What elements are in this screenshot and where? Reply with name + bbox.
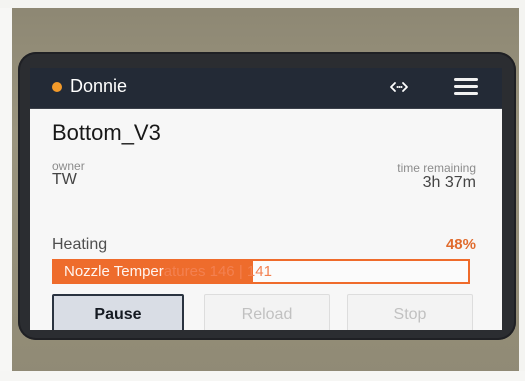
photo-left-edge bbox=[0, 0, 12, 381]
job-name: Bottom_V3 bbox=[52, 120, 161, 145]
top-bar: Donnie bbox=[30, 68, 502, 109]
printer-display-bezel: Donnie Bottom_V3 owner TW time remaining… bbox=[18, 52, 516, 340]
time-remaining-label: time remaining bbox=[397, 161, 476, 175]
reload-button[interactable]: Reload bbox=[204, 294, 330, 330]
printer-screen: Donnie Bottom_V3 owner TW time remaining… bbox=[30, 68, 502, 330]
photo-right-edge bbox=[519, 0, 525, 381]
owner-value: TW bbox=[52, 171, 77, 188]
heating-progress-bar: Nozzle Temperatures 146 | 141 Nozzle Tem… bbox=[52, 259, 470, 284]
progress-percent: 48% bbox=[445, 236, 476, 253]
status-indicator-icon bbox=[52, 82, 62, 92]
pause-button[interactable]: Pause bbox=[52, 294, 184, 330]
heating-label: Heating bbox=[52, 236, 108, 253]
photo-bottom-edge bbox=[0, 371, 525, 381]
photo-top-edge bbox=[0, 0, 525, 8]
printer-name: Donnie bbox=[70, 76, 128, 96]
time-remaining-value: 3h 37m bbox=[422, 174, 476, 191]
stop-button[interactable]: Stop bbox=[347, 294, 473, 330]
network-link-icon[interactable] bbox=[385, 77, 413, 97]
menu-icon[interactable] bbox=[454, 78, 478, 96]
